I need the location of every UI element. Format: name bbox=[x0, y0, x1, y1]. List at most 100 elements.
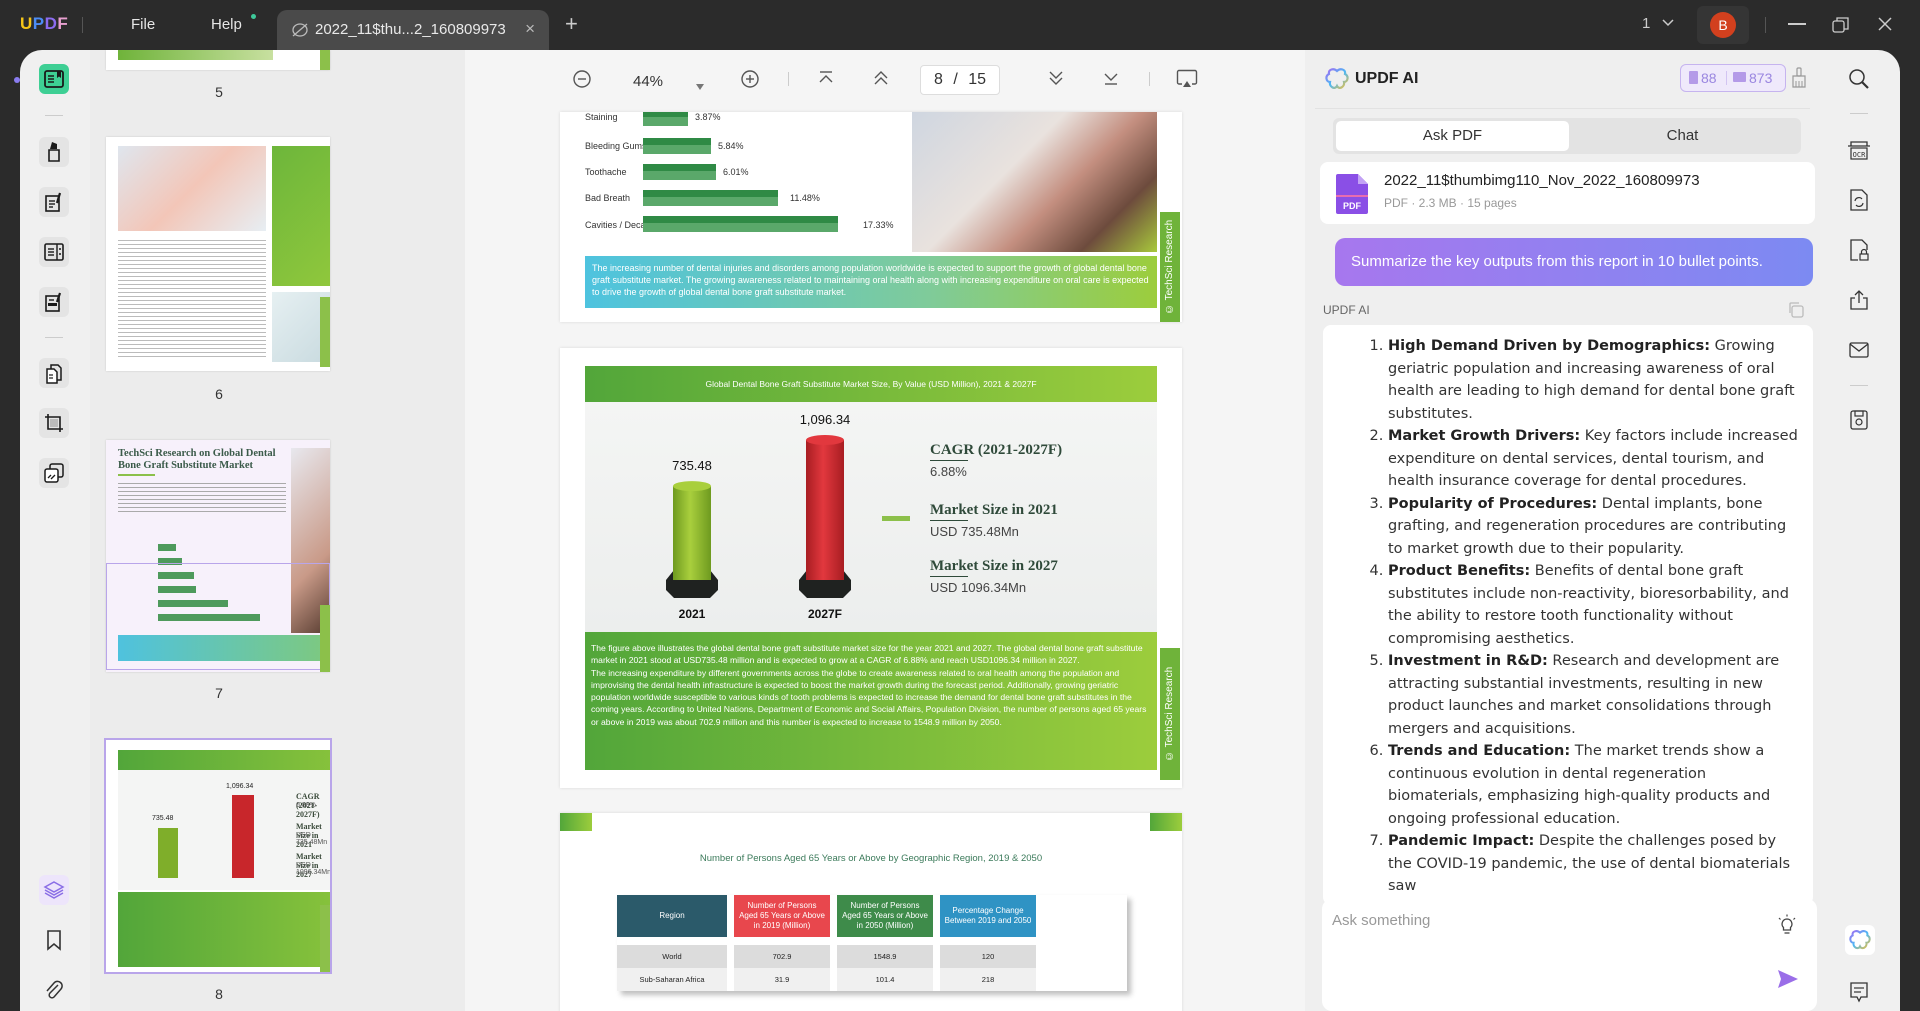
page-number-label: 7 bbox=[215, 685, 223, 701]
table-cell: 218 bbox=[940, 968, 1036, 991]
response-list: High Demand Driven by Demographics: Grow… bbox=[1368, 335, 1798, 898]
save-icon bbox=[1850, 410, 1868, 430]
restore-button[interactable] bbox=[1832, 16, 1850, 39]
bar-value: 3.87% bbox=[695, 112, 721, 122]
zoom-out-button[interactable] bbox=[572, 69, 592, 94]
bookmark-button[interactable] bbox=[39, 925, 69, 955]
protect-button[interactable] bbox=[1845, 236, 1873, 264]
user-prompt-bubble: Summarize the key outputs from this repo… bbox=[1335, 238, 1813, 286]
previous-page-button[interactable] bbox=[872, 69, 890, 92]
table-header-cell: Region bbox=[617, 895, 727, 937]
watermark-button[interactable] bbox=[39, 458, 69, 488]
pdf-page-9: Number of Persons Aged 65 Years or Above… bbox=[560, 813, 1182, 1011]
minimize-button[interactable] bbox=[1788, 23, 1806, 25]
fill-sign-button[interactable] bbox=[39, 287, 69, 317]
tab-ask-pdf[interactable]: Ask PDF bbox=[1336, 121, 1569, 151]
techsci-watermark: © TechSci Research bbox=[1160, 648, 1180, 780]
email-button[interactable] bbox=[1845, 336, 1873, 364]
comment-tool-button[interactable] bbox=[39, 137, 69, 167]
stat-value-2021: USD 735.48Mn bbox=[930, 524, 1019, 539]
menu-file[interactable]: File bbox=[131, 16, 155, 33]
share-button[interactable] bbox=[1845, 286, 1873, 314]
page-tools-button[interactable] bbox=[39, 358, 69, 388]
first-page-button[interactable] bbox=[817, 69, 835, 92]
ai-panel: UPDF AI 88 873 Ask PDF Chat PDF 2022_11$… bbox=[1305, 50, 1820, 1011]
table-header-row: Region Number of Persons Aged 65 Years or… bbox=[617, 895, 1127, 937]
bar-category-label: 2021 bbox=[679, 607, 706, 621]
divider bbox=[1149, 72, 1150, 86]
page-thumbnail-7[interactable]: TechSci Research on Global Dental Bone G… bbox=[106, 440, 330, 672]
market-size-chart: 735.48 2021 1,096.34 2027F bbox=[666, 412, 851, 621]
pdf-page-7: Staining 3.87% Bleeding Gums 5.84% Tooth… bbox=[560, 112, 1182, 322]
menu-help[interactable]: Help bbox=[211, 16, 242, 33]
attachment-button[interactable] bbox=[39, 975, 69, 1005]
bar-category-label: 2027F bbox=[808, 607, 842, 621]
response-item-title: Pandemic Impact: bbox=[1388, 833, 1535, 849]
organize-pages-button[interactable] bbox=[39, 237, 69, 267]
bookmark-icon bbox=[47, 930, 61, 951]
clear-chat-icon[interactable] bbox=[1791, 67, 1807, 89]
convert-button[interactable] bbox=[1845, 186, 1873, 214]
updf-ai-button[interactable] bbox=[1845, 925, 1875, 955]
zoom-level[interactable]: 44% bbox=[633, 73, 663, 90]
search-button[interactable] bbox=[1845, 65, 1873, 93]
edit-pdf-button[interactable] bbox=[39, 187, 69, 217]
bar-value: 5.84% bbox=[718, 141, 744, 151]
response-item: High Demand Driven by Demographics: Grow… bbox=[1388, 335, 1798, 425]
document-tab[interactable]: 2022_11$thu...2_160809973 × bbox=[277, 10, 549, 50]
tab-chat[interactable]: Chat bbox=[1566, 121, 1799, 151]
table-cell: 1548.9 bbox=[837, 945, 933, 968]
close-tab-button[interactable]: × bbox=[525, 19, 535, 39]
save-button[interactable] bbox=[1845, 406, 1873, 434]
caret-down-icon bbox=[696, 84, 704, 90]
bar-value: 11.48% bbox=[790, 193, 820, 203]
new-tab-button[interactable]: + bbox=[565, 11, 578, 37]
reader-mode-button[interactable] bbox=[39, 64, 69, 94]
page-thumbnail-8[interactable]: 735.48 1,096.34 CAGR (2021-2027F) 6.88% … bbox=[104, 738, 332, 974]
next-page-button[interactable] bbox=[1047, 69, 1065, 92]
close-window-button[interactable] bbox=[1877, 16, 1893, 37]
thumbnail-panel: 5 6 TechSci Research on Global Dental Bo… bbox=[90, 50, 465, 1011]
page-tools-icon bbox=[46, 364, 62, 384]
ocr-button[interactable]: OCR bbox=[1845, 136, 1873, 164]
layers-button[interactable] bbox=[39, 875, 69, 905]
email-icon bbox=[1849, 342, 1869, 358]
ask-input[interactable] bbox=[1332, 905, 1732, 935]
divider bbox=[82, 17, 83, 33]
crop-button[interactable] bbox=[39, 408, 69, 438]
window-count-dropdown[interactable]: 1 bbox=[1642, 15, 1675, 32]
zoom-dropdown[interactable] bbox=[695, 75, 705, 96]
bar-label: Staining bbox=[585, 112, 618, 122]
description-paragraph: The figure above illustrates the global … bbox=[591, 643, 1143, 666]
page-number-input[interactable]: 8 / 15 bbox=[920, 65, 1000, 95]
reader-icon bbox=[44, 70, 64, 88]
zoom-in-button[interactable] bbox=[740, 69, 760, 94]
response-item-title: Trends and Education: bbox=[1388, 743, 1571, 759]
total-pages: 15 bbox=[968, 71, 987, 88]
copy-icon[interactable] bbox=[1787, 301, 1805, 319]
accent-dash bbox=[882, 516, 910, 521]
comments-button[interactable] bbox=[1845, 978, 1873, 1006]
table-cell: 31.9 bbox=[734, 968, 830, 991]
response-item-title: Popularity of Procedures: bbox=[1388, 495, 1598, 512]
presentation-button[interactable] bbox=[1176, 69, 1198, 94]
presentation-icon bbox=[1176, 69, 1198, 87]
avatar: B bbox=[1710, 12, 1736, 38]
account-button[interactable]: B bbox=[1697, 6, 1749, 44]
chevron-double-down-icon bbox=[1049, 71, 1063, 85]
table-header-cell: Number of Persons Aged 65 Years or Above… bbox=[734, 895, 830, 937]
ai-credits-badge[interactable]: 88 873 bbox=[1680, 64, 1786, 92]
viewer-toolbar: 44% 8 / 15 bbox=[465, 50, 1305, 112]
page-thumbnail-6[interactable] bbox=[106, 137, 330, 371]
lightbulb-icon[interactable] bbox=[1777, 914, 1797, 936]
file-meta: PDF · 2.3 MB · 15 pages bbox=[1384, 196, 1517, 210]
attached-file-card[interactable]: PDF 2022_11$thumbimg110_Nov_2022_1608099… bbox=[1320, 162, 1815, 224]
chart-description: The figure above illustrates the global … bbox=[585, 632, 1157, 770]
divider bbox=[45, 337, 63, 338]
ai-mode-tabs: Ask PDF Chat bbox=[1333, 118, 1801, 154]
stat-title-2027: Market Size in 2027 bbox=[930, 558, 1058, 574]
ask-box bbox=[1322, 899, 1817, 1011]
send-icon[interactable] bbox=[1777, 969, 1799, 989]
last-page-button[interactable] bbox=[1102, 69, 1120, 92]
page-thumbnail-5[interactable] bbox=[106, 50, 330, 70]
